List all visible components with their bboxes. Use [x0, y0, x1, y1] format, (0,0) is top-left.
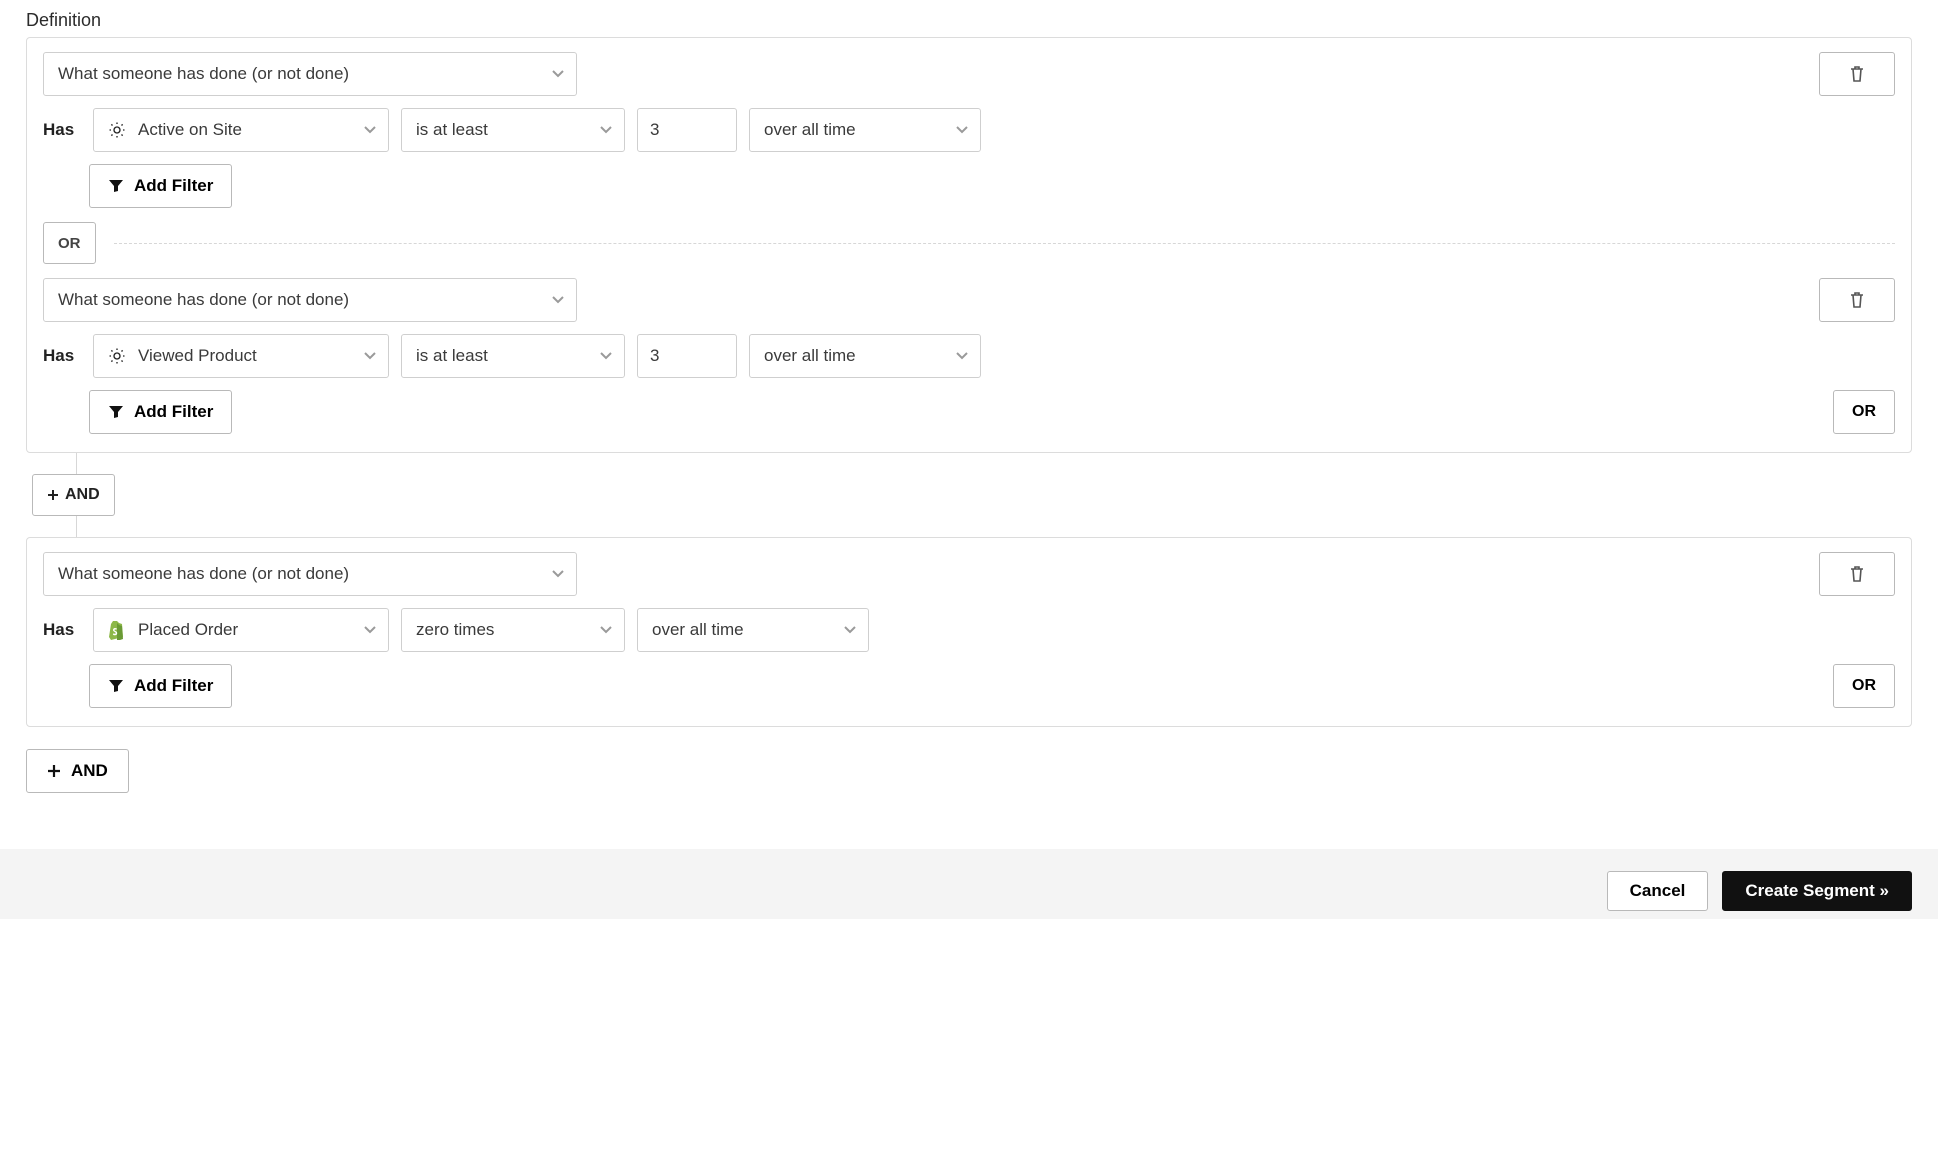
or-label: OR [1852, 403, 1876, 421]
condition-group: What someone has done (or not done) Has … [26, 537, 1912, 727]
event-select[interactable]: Viewed Product [93, 334, 389, 378]
has-label: Has [43, 346, 77, 366]
delete-condition-button[interactable] [1819, 52, 1895, 96]
add-or-button[interactable]: OR [1833, 390, 1895, 434]
condition-type-label: What someone has done (or not done) [58, 290, 349, 310]
event-label: Active on Site [138, 120, 242, 140]
event-label: Placed Order [138, 620, 238, 640]
chevron-down-icon [552, 296, 564, 304]
add-filter-label: Add Filter [134, 176, 213, 196]
timeframe-label: over all time [764, 120, 856, 140]
create-segment-button[interactable]: Create Segment » [1722, 871, 1912, 911]
shopify-icon [108, 620, 126, 640]
timeframe-label: over all time [652, 620, 744, 640]
trash-icon [1849, 565, 1865, 583]
create-segment-label: Create Segment » [1745, 881, 1889, 901]
delete-condition-button[interactable] [1819, 278, 1895, 322]
add-filter-label: Add Filter [134, 402, 213, 422]
and-label: AND [71, 761, 108, 781]
condition-type-select[interactable]: What someone has done (or not done) [43, 52, 577, 96]
condition-type-select[interactable]: What someone has done (or not done) [43, 552, 577, 596]
add-filter-button[interactable]: Add Filter [89, 390, 232, 434]
section-heading: Definition [26, 10, 1912, 31]
plus-icon [47, 764, 61, 778]
add-filter-button[interactable]: Add Filter [89, 164, 232, 208]
chevron-down-icon [364, 126, 376, 134]
timeframe-select[interactable]: over all time [637, 608, 869, 652]
chevron-down-icon [844, 626, 856, 634]
divider-line [114, 243, 1896, 244]
chevron-down-icon [956, 352, 968, 360]
chevron-down-icon [364, 626, 376, 634]
condition-type-label: What someone has done (or not done) [58, 64, 349, 84]
filter-icon [108, 679, 124, 693]
trash-icon [1849, 65, 1865, 83]
chevron-down-icon [956, 126, 968, 134]
add-and-button[interactable]: AND [26, 749, 129, 793]
timeframe-select[interactable]: over all time [749, 108, 981, 152]
operator-select[interactable]: zero times [401, 608, 625, 652]
trash-icon [1849, 291, 1865, 309]
count-input[interactable] [637, 108, 737, 152]
has-label: Has [43, 620, 77, 640]
filter-icon [108, 405, 124, 419]
condition-group: What someone has done (or not done) Has … [26, 37, 1912, 453]
timeframe-label: over all time [764, 346, 856, 366]
add-filter-button[interactable]: Add Filter [89, 664, 232, 708]
and-connector-chip[interactable]: AND [32, 474, 115, 516]
or-label: OR [58, 235, 81, 252]
condition-type-label: What someone has done (or not done) [58, 564, 349, 584]
chevron-down-icon [552, 570, 564, 578]
gear-icon [108, 121, 126, 139]
event-select[interactable]: Active on Site [93, 108, 389, 152]
cancel-label: Cancel [1630, 881, 1686, 901]
operator-label: zero times [416, 620, 494, 640]
or-label: OR [1852, 677, 1876, 695]
add-filter-label: Add Filter [134, 676, 213, 696]
chevron-down-icon [600, 352, 612, 360]
cancel-button[interactable]: Cancel [1607, 871, 1709, 911]
has-label: Has [43, 120, 77, 140]
or-indicator: OR [43, 222, 96, 264]
and-connector-area: AND [26, 453, 1912, 537]
timeframe-select[interactable]: over all time [749, 334, 981, 378]
event-select[interactable]: Placed Order [93, 608, 389, 652]
and-connector-label: AND [65, 486, 100, 504]
operator-select[interactable]: is at least [401, 108, 625, 152]
chevron-down-icon [600, 626, 612, 634]
operator-label: is at least [416, 120, 488, 140]
chevron-down-icon [600, 126, 612, 134]
add-or-button[interactable]: OR [1833, 664, 1895, 708]
gear-icon [108, 347, 126, 365]
chevron-down-icon [552, 70, 564, 78]
operator-select[interactable]: is at least [401, 334, 625, 378]
filter-icon [108, 179, 124, 193]
count-input[interactable] [637, 334, 737, 378]
chevron-down-icon [364, 352, 376, 360]
operator-label: is at least [416, 346, 488, 366]
footer-bar: Cancel Create Segment » [0, 849, 1938, 919]
delete-condition-button[interactable] [1819, 552, 1895, 596]
plus-icon [47, 489, 59, 501]
condition-type-select[interactable]: What someone has done (or not done) [43, 278, 577, 322]
event-label: Viewed Product [138, 346, 257, 366]
